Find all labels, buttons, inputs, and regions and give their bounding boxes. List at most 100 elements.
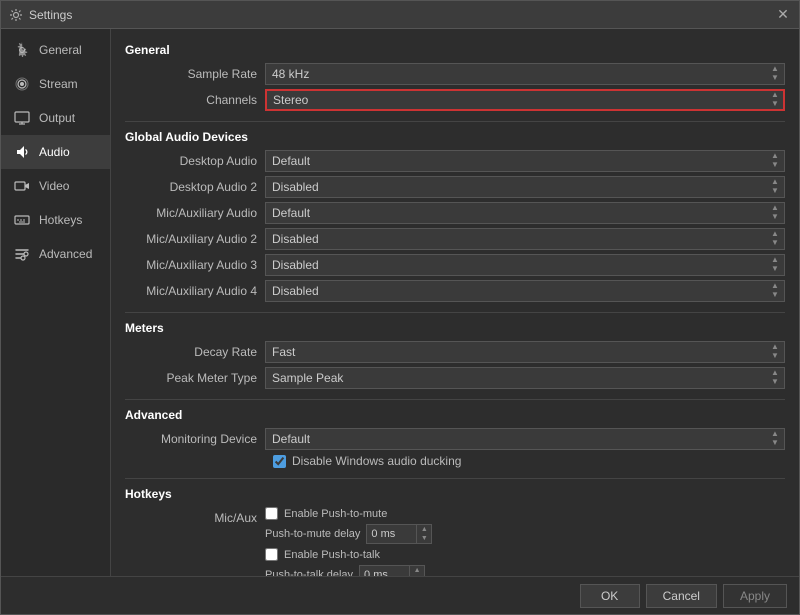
push-to-mute-spin-up[interactable]: ▲ <box>417 525 431 534</box>
global-audio-section-header: Global Audio Devices <box>125 130 785 144</box>
push-to-talk-delay-row: Push-to-talk delay ▲ ▼ <box>265 565 785 576</box>
sidebar-item-output[interactable]: Output <box>1 101 110 135</box>
mic-aux-3-select[interactable]: DisabledDefault <box>265 254 785 276</box>
titlebar-left: Settings <box>9 8 72 22</box>
ducking-label: Disable Windows audio ducking <box>292 454 461 468</box>
peak-meter-select[interactable]: Sample PeakTrue Peak <box>265 367 785 389</box>
settings-window: Settings ✕ General <box>0 0 800 615</box>
push-to-talk-delay-label: Push-to-talk delay <box>265 569 353 576</box>
divider-4 <box>125 478 785 479</box>
main-content: General Stream <box>1 29 799 576</box>
mic-aux-wrapper: DefaultDisabled ▲▼ <box>265 202 785 224</box>
ducking-row: Disable Windows audio ducking <box>125 454 785 468</box>
desktop-audio-2-select[interactable]: DisabledDefault <box>265 176 785 198</box>
audio-icon <box>13 143 31 161</box>
channels-row: Channels Stereo Mono ▲▼ <box>125 89 785 111</box>
desktop-audio-2-label: Desktop Audio 2 <box>125 180 265 194</box>
sidebar-item-general[interactable]: General <box>1 33 110 67</box>
decay-rate-wrapper: FastMediumSlow ▲▼ <box>265 341 785 363</box>
general-section-body: Sample Rate 48 kHz 44.1 kHz ▲▼ Channels <box>125 63 785 111</box>
mic-aux-hotkey-group: Enable Push-to-mute Push-to-mute delay ▲… <box>265 507 785 576</box>
sample-rate-label: Sample Rate <box>125 67 265 81</box>
push-to-talk-row: Enable Push-to-talk <box>265 548 785 561</box>
push-to-mute-delay-input[interactable] <box>366 524 416 544</box>
sidebar-output-label: Output <box>39 111 75 125</box>
push-to-mute-label: Enable Push-to-mute <box>284 508 387 520</box>
sidebar-stream-label: Stream <box>39 77 78 91</box>
decay-rate-row: Decay Rate FastMediumSlow ▲▼ <box>125 341 785 363</box>
titlebar: Settings ✕ <box>1 1 799 29</box>
sidebar-video-label: Video <box>39 179 69 193</box>
ducking-checkbox[interactable] <box>273 455 286 468</box>
mic-aux-3-label: Mic/Auxiliary Audio 3 <box>125 258 265 272</box>
push-to-talk-delay-input[interactable] <box>359 565 409 576</box>
hotkeys-section-body: Mic/Aux Enable Push-to-mute Push-to-mute… <box>125 507 785 576</box>
mic-aux-4-select[interactable]: DisabledDefault <box>265 280 785 302</box>
mic-aux-hotkey-row: Mic/Aux Enable Push-to-mute Push-to-mute… <box>125 507 785 576</box>
sidebar-item-video[interactable]: Video <box>1 169 110 203</box>
monitoring-select[interactable]: Default <box>265 428 785 450</box>
sidebar-item-hotkeys[interactable]: Hotkeys <box>1 203 110 237</box>
output-icon <box>13 109 31 127</box>
mic-aux-4-wrapper: DisabledDefault ▲▼ <box>265 280 785 302</box>
mic-aux-3-row: Mic/Auxiliary Audio 3 DisabledDefault ▲▼ <box>125 254 785 276</box>
peak-meter-label: Peak Meter Type <box>125 371 265 385</box>
sidebar-item-advanced[interactable]: Advanced <box>1 237 110 271</box>
monitoring-wrapper: Default ▲▼ <box>265 428 785 450</box>
mic-aux-select[interactable]: DefaultDisabled <box>265 202 785 224</box>
settings-icon <box>9 8 23 22</box>
push-to-mute-checkbox[interactable] <box>265 507 278 520</box>
meters-section-header: Meters <box>125 321 785 335</box>
channels-control-wrapper: Stereo Mono ▲▼ <box>265 89 785 111</box>
desktop-audio-select[interactable]: DefaultDisabled <box>265 150 785 172</box>
video-icon <box>13 177 31 195</box>
push-to-talk-spin-up[interactable]: ▲ <box>410 566 424 575</box>
channels-select[interactable]: Stereo Mono <box>265 89 785 111</box>
decay-rate-select[interactable]: FastMediumSlow <box>265 341 785 363</box>
push-to-talk-checkbox[interactable] <box>265 548 278 561</box>
footer: OK Cancel Apply <box>1 576 799 614</box>
desktop-audio-2-row: Desktop Audio 2 DisabledDefault ▲▼ <box>125 176 785 198</box>
mic-aux-4-row: Mic/Auxiliary Audio 4 DisabledDefault ▲▼ <box>125 280 785 302</box>
desktop-audio-wrapper: DefaultDisabled ▲▼ <box>265 150 785 172</box>
mic-aux-hotkey-device-label: Mic/Aux <box>125 507 265 525</box>
desktop-audio-label: Desktop Audio <box>125 154 265 168</box>
ok-button[interactable]: OK <box>580 584 640 608</box>
content-area: General Sample Rate 48 kHz 44.1 kHz ▲▼ <box>111 29 799 576</box>
push-to-mute-spin-down[interactable]: ▼ <box>417 534 431 543</box>
general-section-header: General <box>125 43 785 57</box>
sidebar: General Stream <box>1 29 111 576</box>
cancel-button[interactable]: Cancel <box>646 584 717 608</box>
peak-meter-row: Peak Meter Type Sample PeakTrue Peak ▲▼ <box>125 367 785 389</box>
decay-rate-label: Decay Rate <box>125 345 265 359</box>
window-title: Settings <box>29 8 72 22</box>
advanced-icon <box>13 245 31 263</box>
advanced-section-header: Advanced <box>125 408 785 422</box>
monitoring-label: Monitoring Device <box>125 432 265 446</box>
sidebar-hotkeys-label: Hotkeys <box>39 213 82 227</box>
push-to-mute-row: Enable Push-to-mute <box>265 507 785 520</box>
push-to-mute-delay-label: Push-to-mute delay <box>265 528 360 540</box>
sidebar-audio-label: Audio <box>39 145 70 159</box>
sample-rate-select[interactable]: 48 kHz 44.1 kHz <box>265 63 785 85</box>
apply-button[interactable]: Apply <box>723 584 787 608</box>
sidebar-item-stream[interactable]: Stream <box>1 67 110 101</box>
meters-section-body: Decay Rate FastMediumSlow ▲▼ Peak Meter … <box>125 341 785 389</box>
divider-1 <box>125 121 785 122</box>
stream-icon <box>13 75 31 93</box>
monitoring-row: Monitoring Device Default ▲▼ <box>125 428 785 450</box>
peak-meter-wrapper: Sample PeakTrue Peak ▲▼ <box>265 367 785 389</box>
desktop-audio-row: Desktop Audio DefaultDisabled ▲▼ <box>125 150 785 172</box>
desktop-audio-2-wrapper: DisabledDefault ▲▼ <box>265 176 785 198</box>
mic-aux-2-label: Mic/Auxiliary Audio 2 <box>125 232 265 246</box>
push-to-talk-spin-down[interactable]: ▼ <box>410 575 424 576</box>
sidebar-item-audio[interactable]: Audio <box>1 135 110 169</box>
mic-aux-3-wrapper: DisabledDefault ▲▼ <box>265 254 785 276</box>
close-button[interactable]: ✕ <box>775 7 791 23</box>
mic-aux-2-select[interactable]: DisabledDefault <box>265 228 785 250</box>
push-to-talk-spin-buttons: ▲ ▼ <box>409 565 425 576</box>
push-to-mute-delay-row: Push-to-mute delay ▲ ▼ <box>265 524 785 544</box>
mic-aux-2-wrapper: DisabledDefault ▲▼ <box>265 228 785 250</box>
channels-label: Channels <box>125 93 265 107</box>
sidebar-general-label: General <box>39 43 82 57</box>
